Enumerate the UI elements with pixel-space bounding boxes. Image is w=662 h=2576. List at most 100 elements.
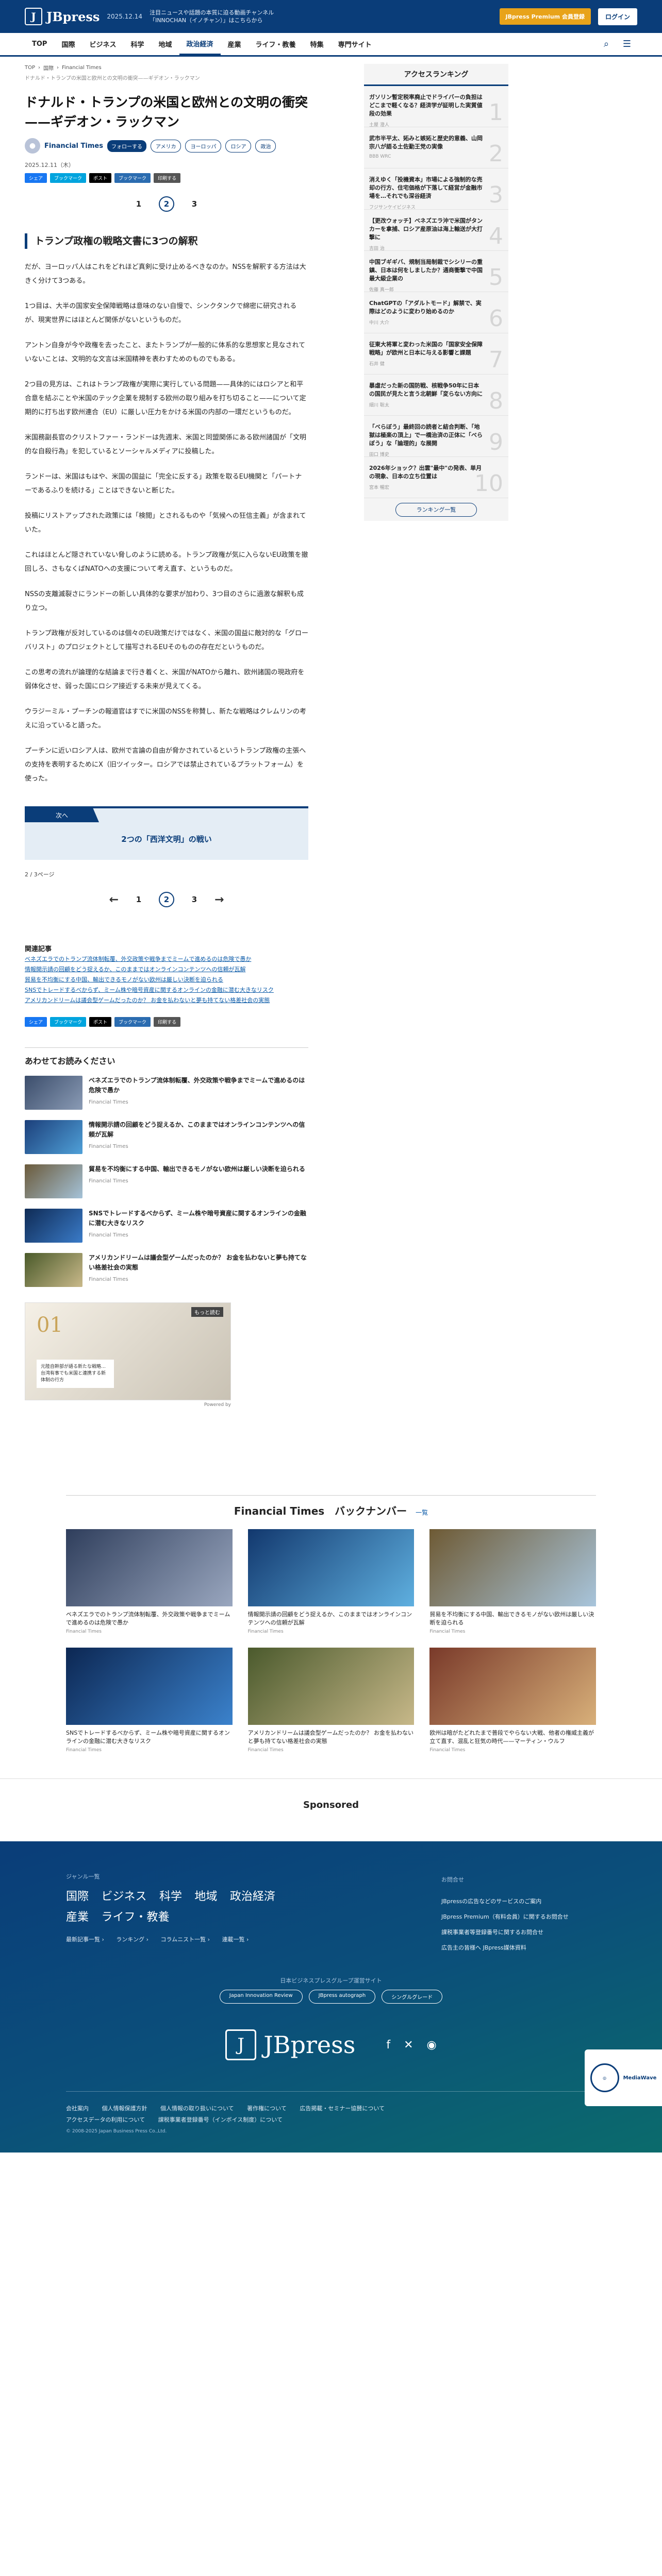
backnumber-more-link[interactable]: 一覧 <box>416 1509 428 1516</box>
nav-industry[interactable]: 産業 <box>221 33 249 55</box>
footer-invoice-link[interactable]: 課税事業者登録番号（インボイス制度）について <box>158 2116 283 2123</box>
footer-genre-international[interactable]: 国際 <box>66 1890 89 1903</box>
next-arrow-icon[interactable]: → <box>214 893 224 906</box>
group-site-autograph[interactable]: JBpress autograph <box>308 1990 376 2004</box>
rss-icon[interactable]: ◉ <box>427 2039 437 2052</box>
bookmark-button[interactable]: ブックマーク <box>114 1017 151 1027</box>
page-3-link[interactable]: 3 <box>187 892 202 907</box>
footer-genre-science[interactable]: 科学 <box>159 1890 182 1903</box>
footer-genre-politics[interactable]: 政治経済 <box>230 1890 275 1903</box>
footer-personal-info-link[interactable]: 個人情報の取り扱いについて <box>160 2105 234 2112</box>
group-site-single-grade[interactable]: シングルグレード <box>382 1990 443 2004</box>
menu-icon[interactable]: ☰ <box>617 33 637 55</box>
page-1-link[interactable]: 1 <box>131 892 146 907</box>
footer-columnist-link[interactable]: コラムニスト一覧 › <box>160 1936 210 1943</box>
footer-genre-industry[interactable]: 産業 <box>66 1911 89 1924</box>
page-3-link[interactable]: 3 <box>187 196 202 212</box>
ranking-item[interactable]: 消えゆく「投機資本」市場による強制的な売却の行方、住宅価格が下落して経営が金融市… <box>364 168 508 210</box>
backnumber-card[interactable]: SNSでトレードするべからず、ミーム株や暗号資産に関するオンラインの金融に潜む大… <box>66 1648 233 1753</box>
page-1-link[interactable]: 1 <box>131 196 146 212</box>
related-link[interactable]: SNSでトレードするべからず、ミーム株や暗号資産に関するオンラインの金融に潜む大… <box>25 986 308 994</box>
header-news-link[interactable]: 注目ニュースや話題の本質に迫る動画チャンネル「INNOCHAN（イノチャン）」は… <box>150 9 284 24</box>
share-x-button[interactable]: ポスト <box>89 1017 112 1027</box>
ranking-item[interactable]: 征東大将軍と変わった米国の「国家安全保障戦略」が欧州と日本に与える影響と課題 石井… <box>364 333 508 375</box>
nav-top[interactable]: TOP <box>25 33 54 55</box>
related-link[interactable]: ベネズエラでのトランプ流体制転覆、外交政策や戦争までミームで進めるのは危険で愚か <box>25 955 308 963</box>
related-link[interactable]: アメリカンドリームは議会型ゲームだったのか？ お金を払わないと夢も持てない格差社… <box>25 996 308 1005</box>
ad-more-tag[interactable]: もっと読む <box>191 1307 223 1317</box>
breadcrumb-top[interactable]: TOP <box>25 65 35 71</box>
footer-company-link[interactable]: 会社案内 <box>66 2105 89 2112</box>
backnumber-card[interactable]: 貿易を不均衡にする中国、輸出できるモノがない欧州は厳しい決断を迫られる Finan… <box>429 1529 596 1634</box>
ranking-item[interactable]: 武市半平太、妬みと嫉妬と歴史的意義、山岡宗八が語る土佐勤王党の実像 BBB WRC… <box>364 127 508 168</box>
ranking-item[interactable]: 暴虐だった新の国防戦、核戦争50年に日本の国民が見たと言う北朝鮮「変らない方向に… <box>364 375 508 416</box>
group-site-jir[interactable]: Japan Innovation Review <box>219 1990 303 2004</box>
share-facebook-button[interactable]: シェア <box>25 1017 47 1027</box>
follow-button[interactable]: フォローする <box>107 140 146 152</box>
footer-ad-link[interactable]: 広告掲載・セミナー協賛について <box>300 2105 385 2112</box>
ranking-item[interactable]: 【更改ウォッチ】ベネズエラ沖で米国がタンカーを拿捕、ロシア産原油は海上輸送が大打… <box>364 210 508 251</box>
print-button[interactable]: 印刷する <box>154 173 181 183</box>
nav-science[interactable]: 科学 <box>123 33 151 55</box>
search-icon[interactable]: ⌕ <box>596 33 617 55</box>
footer-contact-link[interactable]: JBpressの広告などのサービスのご案内 <box>441 1894 596 1909</box>
share-x-button[interactable]: ポスト <box>89 173 112 183</box>
footer-series-link[interactable]: 連載一覧 › <box>222 1936 249 1943</box>
ranking-item[interactable]: ChatGPTの「アダルトモード」解禁で、実際はどのように変わり始めるのか 中川 … <box>364 292 508 333</box>
premium-signup-button[interactable]: JBpress Premium 会員登録 <box>499 8 591 25</box>
ranking-item[interactable]: 2026年ショック？出雲"最中"の発表、単月の現象、日本の立ち位置は 宮本 暢宏 1… <box>364 457 508 498</box>
ranking-item[interactable]: 「べらぼう」最終回の読者と結合判断、「地獄は極楽の頂上」で一橋治済の正体に「べら… <box>364 416 508 457</box>
footer-genre-life[interactable]: ライフ・教養 <box>101 1911 169 1924</box>
footer-contact-link[interactable]: 広告主の皆様へ JBpress媒体資料 <box>441 1940 596 1956</box>
footer-contact-link[interactable]: 課税事業者等登録番号に関するお問合せ <box>441 1925 596 1940</box>
bookmark-button[interactable]: ブックマーク <box>114 173 151 183</box>
ranking-more-button[interactable]: ランキング一覧 <box>395 503 477 517</box>
footer-genre-business[interactable]: ビジネス <box>101 1890 146 1903</box>
footer-privacy-link[interactable]: 個人情報保護方針 <box>102 2105 147 2112</box>
ranking-item[interactable]: ガソリン暫定税率廃止でドライバーの負担はどこまで軽くなる？経済学が証明した実質値… <box>364 86 508 128</box>
footer-access-data-link[interactable]: アクセスデータの利用について <box>66 2116 145 2123</box>
ranking-item[interactable]: 中国ブギギバ、規制当局制裁でシシリーの重鎮、日本は何をしましたか？通商衝撃で中国… <box>364 251 508 293</box>
nav-international[interactable]: 国際 <box>54 33 82 55</box>
backnumber-card[interactable]: アメリカンドリームは議会型ゲームだったのか？ お金を払わないと夢も持てない格差社… <box>247 1648 415 1753</box>
facebook-icon[interactable]: f <box>386 2039 390 2052</box>
list-item[interactable]: SNSでトレードするべからず、ミーム株や暗号資産に関するオンラインの金融に潜む大… <box>25 1209 308 1243</box>
list-item[interactable]: 情報開示請の回顧をどう捉えるか、このままではオンラインコンテンツへの信頼が瓦解 F… <box>25 1120 308 1154</box>
nav-life[interactable]: ライフ・教養 <box>249 33 303 55</box>
breadcrumb-international[interactable]: 国際 <box>43 64 54 72</box>
list-item[interactable]: ベネズエラでのトランプ流体制転覆、外交政策や戦争までミームで進めるのは危険で愚か… <box>25 1076 308 1110</box>
nav-region[interactable]: 地域 <box>152 33 179 55</box>
next-page-title[interactable]: 2つの「西洋文明」の戦い <box>25 822 308 860</box>
print-button[interactable]: 印刷する <box>154 1017 181 1027</box>
author-name[interactable]: Financial Times <box>44 142 103 150</box>
site-logo[interactable]: J JBpress <box>25 8 100 25</box>
footer-contact-link[interactable]: JBpress Premium（有料会員）に関するお問合せ <box>441 1909 596 1925</box>
share-facebook-button[interactable]: シェア <box>25 173 47 183</box>
related-link[interactable]: 貿易を不均衡にする中国、輸出できるモノがない欧州は厳しい決断を迫られる <box>25 975 308 984</box>
footer-logo[interactable]: J JBpress <box>225 2029 355 2060</box>
login-button[interactable]: ログイン <box>598 8 637 25</box>
backnumber-card[interactable]: ベネズエラでのトランプ流体制転覆、外交政策や戦争までミームで進めるのは危険で愚か… <box>66 1529 233 1634</box>
prev-arrow-icon[interactable]: ← <box>109 893 119 906</box>
footer-ranking-link[interactable]: ランキング › <box>116 1936 148 1943</box>
tag-america[interactable]: アメリカ <box>150 139 181 152</box>
tag-russia[interactable]: ロシア <box>225 139 252 152</box>
backnumber-card[interactable]: 情報開示請の回顧をどう捉えるか、このままではオンラインコンテンツへの信頼が瓦解 F… <box>247 1529 415 1634</box>
tag-politics[interactable]: 政治 <box>255 139 276 152</box>
list-item[interactable]: アメリカンドリームは議会型ゲームだったのか？ お金を払わないと夢も持てない格差社… <box>25 1253 308 1287</box>
footer-genre-region[interactable]: 地域 <box>194 1890 217 1903</box>
footer-copyright-link[interactable]: 著作権について <box>247 2105 287 2112</box>
x-icon[interactable]: ✕ <box>404 2039 413 2052</box>
nav-feature[interactable]: 特集 <box>303 33 331 55</box>
footer-latest-link[interactable]: 最新記事一覧 › <box>66 1936 104 1943</box>
backnumber-card[interactable]: 欧州は暗がたどれたまで普段でやらない大戦、他者の権威主義が立て直す、混乱と狂気の… <box>429 1648 596 1753</box>
nav-business[interactable]: ビジネス <box>82 33 123 55</box>
next-page-box[interactable]: 次へ 2つの「西洋文明」の戦い <box>25 806 308 860</box>
media-badge[interactable]: ◎ MediaWave <box>585 2049 662 2106</box>
ad-widget[interactable]: 01 もっと読む 元陸自幹部が語る新たな戦略…台湾有事でも米国と連携する新体制の… <box>25 1302 231 1400</box>
breadcrumb-ft[interactable]: Financial Times <box>62 65 102 71</box>
nav-politics[interactable]: 政治経済 <box>179 33 221 55</box>
share-hatena-button[interactable]: ブックマーク <box>50 1017 87 1027</box>
share-hatena-button[interactable]: ブックマーク <box>50 173 87 183</box>
list-item[interactable]: 貿易を不均衡にする中国、輸出できるモノがない欧州は厳しい決断を迫られる Finan… <box>25 1164 308 1198</box>
